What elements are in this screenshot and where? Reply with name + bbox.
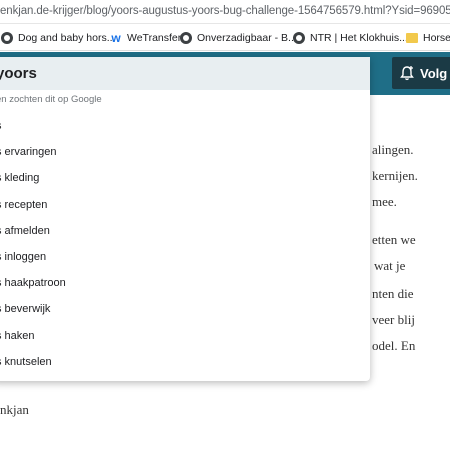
- globe-icon: [180, 32, 192, 44]
- search-box: [0, 57, 370, 90]
- bookmark-horse-folder[interactable]: Horse: [406, 30, 450, 46]
- bookmark-wetransfer[interactable]: w WeTransfer: [110, 30, 181, 46]
- article-fragment: etten we: [372, 232, 416, 247]
- address-text: enkjan.de-krijger/blog/yoors-augustus-yo…: [0, 5, 450, 17]
- suggestion-item[interactable]: s haakpatroon: [0, 270, 370, 296]
- suggestion-item[interactable]: s: [0, 113, 370, 139]
- article-fragment: mee.: [372, 194, 397, 209]
- article-fragment: alingen.: [372, 142, 414, 157]
- bookmark-onverzadigbaar[interactable]: Onverzadigbaar - B...: [180, 30, 297, 46]
- article-fragment: veer blij: [372, 312, 415, 327]
- author-signature: nkjan: [0, 402, 29, 417]
- suggestion-item[interactable]: s inloggen: [0, 244, 370, 270]
- search-input[interactable]: [0, 57, 370, 90]
- suggestion-item[interactable]: s kleding: [0, 165, 370, 191]
- suggestion-item[interactable]: s ervaringen: [0, 139, 370, 165]
- suggestion-item[interactable]: s haken: [0, 323, 370, 349]
- follow-button[interactable]: Volg: [392, 57, 450, 89]
- suggestion-item[interactable]: s recepten: [0, 192, 370, 218]
- globe-icon: [293, 32, 305, 44]
- globe-icon: [1, 32, 13, 44]
- article-fragment: kernijen.: [372, 168, 418, 183]
- bookmarks-bar: Dog and baby hors... w WeTransfer Onverz…: [0, 24, 450, 51]
- suggestion-item[interactable]: s afmelden: [0, 218, 370, 244]
- bookmark-label: NTR | Het Klokhuis...: [310, 32, 408, 44]
- bookmark-label: WeTransfer: [127, 32, 182, 44]
- folder-icon: [406, 33, 418, 43]
- article-fragment: wat je: [374, 258, 406, 273]
- wetransfer-icon: w: [111, 31, 121, 45]
- suggestion-item[interactable]: s knutselen: [0, 349, 370, 375]
- article-fragment: nten die: [372, 286, 414, 301]
- bookmark-label: Horse: [423, 32, 450, 44]
- follow-label: Volg: [420, 65, 448, 81]
- search-suggestions-dropdown: en zochten dit op Google s s ervaringen …: [0, 57, 370, 381]
- bookmark-dog-and-baby[interactable]: Dog and baby hors...: [1, 30, 115, 46]
- suggestions-hint: en zochten dit op Google: [0, 94, 102, 105]
- bookmark-label: Dog and baby hors...: [18, 32, 116, 44]
- bell-plus-icon: [400, 66, 414, 81]
- bookmark-label: Onverzadigbaar - B...: [197, 32, 297, 44]
- suggestion-item[interactable]: s beverwijk: [0, 296, 370, 322]
- bookmark-ntr-klokhuis[interactable]: NTR | Het Klokhuis...: [293, 30, 408, 46]
- article-fragment: odel. En: [372, 338, 416, 353]
- address-bar[interactable]: enkjan.de-krijger/blog/yoors-augustus-yo…: [0, 0, 450, 24]
- suggestions-list: s s ervaringen s kleding s recepten s af…: [0, 113, 370, 375]
